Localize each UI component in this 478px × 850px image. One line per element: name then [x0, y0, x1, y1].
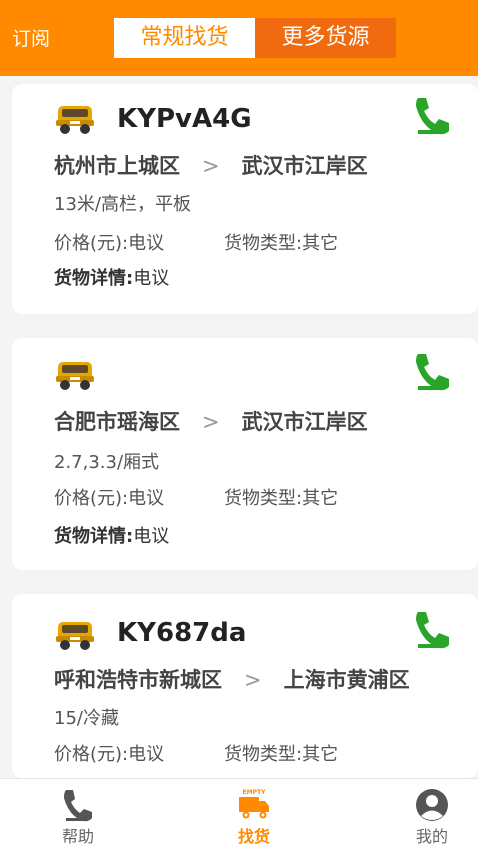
phone-icon[interactable] [412, 608, 452, 650]
cargo-code: KYPvA4G [117, 104, 252, 134]
tab-bar: 常规找货 更多货源 [114, 18, 396, 58]
price-type-line: 价格(元):电议 货物类型:其它 [54, 229, 454, 255]
detail-label: 货物详情: [54, 526, 134, 547]
nav-profile[interactable]: 我的 [392, 779, 472, 850]
bottom-nav: 帮助 EMPTY 找货 我的 [0, 778, 478, 850]
cargo-detail: 货物详情:电议 [54, 264, 169, 290]
cargo-detail: 货物详情:电议 [54, 522, 169, 548]
route: 杭州市上城区 > 武汉市江岸区 [54, 150, 368, 180]
app-header: 订阅 常规找货 更多货源 [0, 0, 478, 76]
truck-spec: 2.7,3.3/厢式 [54, 452, 160, 473]
user-profile-icon [416, 789, 448, 821]
price: 价格(元):电议 [54, 233, 165, 254]
tab-regular-cargo[interactable]: 常规找货 [114, 18, 255, 58]
phone-icon[interactable] [412, 94, 452, 136]
nav-help-label: 帮助 [61, 827, 94, 846]
tab-more-sources[interactable]: 更多货源 [255, 18, 396, 58]
cargo-card[interactable]: KY687da 呼和浩特市新城区 > 上海市黄浦区 15/冷藏 价格(元):电议 货… [12, 594, 478, 778]
price: 价格(元):电议 [54, 744, 165, 765]
route: 合肥市瑶海区 > 武汉市江岸区 [54, 406, 368, 436]
phone-help-icon [64, 790, 92, 822]
route-destination: 武汉市江岸区 [241, 410, 368, 434]
truck-icon [56, 106, 94, 134]
phone-icon[interactable] [412, 350, 452, 392]
cargo-type: 货物类型:其它 [224, 233, 339, 254]
nav-find-cargo-label: 找货 [237, 827, 270, 846]
cargo-type: 货物类型:其它 [224, 488, 339, 509]
nav-profile-label: 我的 [415, 827, 448, 846]
price-type-line: 价格(元):电议 货物类型:其它 [54, 740, 454, 766]
nav-help[interactable]: 帮助 [38, 779, 118, 850]
route-origin: 呼和浩特市新城区 [54, 668, 222, 692]
detail-value: 电议 [133, 526, 170, 547]
route-arrow: > [244, 668, 262, 692]
subscribe-button[interactable]: 订阅 [12, 24, 50, 51]
route: 呼和浩特市新城区 > 上海市黄浦区 [54, 664, 410, 694]
cargo-type: 货物类型:其它 [224, 744, 339, 765]
empty-truck-icon: EMPTY [239, 789, 269, 819]
route-destination: 上海市黄浦区 [283, 668, 410, 692]
truck-spec: 13米/高栏，平板 [54, 194, 191, 215]
truck-icon [56, 362, 94, 390]
route-arrow: > [202, 410, 220, 434]
cargo-card[interactable]: KYPvA4G 杭州市上城区 > 武汉市江岸区 13米/高栏，平板 价格(元):电议… [12, 84, 478, 314]
price: 价格(元):电议 [54, 488, 165, 509]
detail-label: 货物详情: [54, 268, 134, 289]
route-origin: 杭州市上城区 [54, 154, 180, 178]
truck-icon [56, 622, 94, 650]
detail-value: 电议 [133, 268, 170, 289]
cargo-card[interactable]: 合肥市瑶海区 > 武汉市江岸区 2.7,3.3/厢式 价格(元):电议 货物类型:其… [12, 338, 478, 570]
route-destination: 武汉市江岸区 [241, 154, 368, 178]
price-type-line: 价格(元):电议 货物类型:其它 [54, 484, 454, 510]
empty-badge: EMPTY [243, 789, 267, 796]
truck-spec: 15/冷藏 [54, 708, 119, 729]
nav-find-cargo[interactable]: EMPTY 找货 [214, 779, 294, 850]
route-arrow: > [202, 154, 220, 178]
cargo-code: KY687da [117, 618, 247, 648]
route-origin: 合肥市瑶海区 [54, 410, 180, 434]
